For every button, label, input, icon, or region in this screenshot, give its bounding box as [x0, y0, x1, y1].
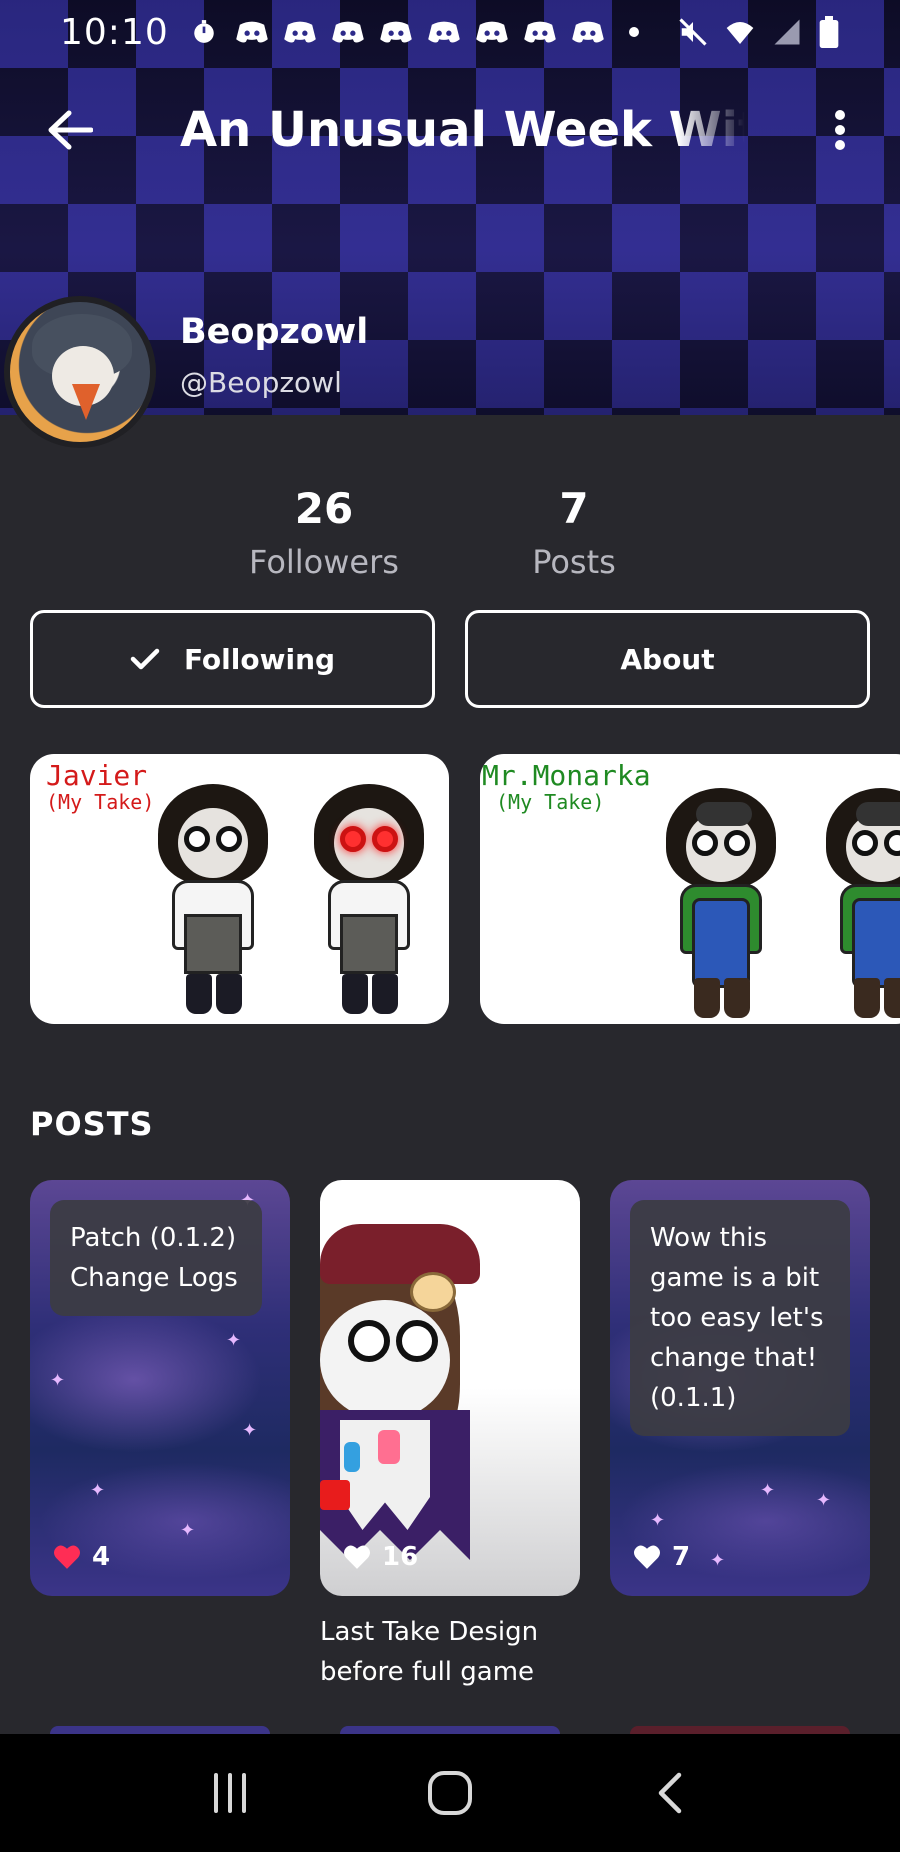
- home-icon: [428, 1771, 472, 1815]
- sparkle-decoration: ✦: [90, 1480, 106, 1501]
- more-notifications-dot: [628, 27, 639, 37]
- sparkle-decoration: ✦: [710, 1550, 726, 1571]
- discord-icon: [475, 21, 508, 43]
- post-title: Patch (0.1.2) Change Logs: [50, 1200, 262, 1316]
- next-row-post-peek: [50, 1726, 270, 1734]
- recent-apps-icon: [214, 1773, 246, 1813]
- discord-icon: [283, 21, 316, 43]
- mute-icon: [679, 18, 707, 46]
- page-title: An Unusual Week With J: [180, 102, 745, 158]
- heart-filled-icon: [54, 1545, 80, 1569]
- sparkle-decoration: ✦: [226, 1330, 242, 1351]
- more-vertical-icon: [835, 110, 845, 150]
- sparkle-decoration: ✦: [816, 1490, 832, 1511]
- post-caption[interactable]: Last Take Design before full game: [320, 1612, 580, 1692]
- status-bar: 10:10: [0, 0, 900, 64]
- post-likes[interactable]: 16: [342, 1542, 418, 1572]
- back-nav-button[interactable]: [630, 1753, 710, 1833]
- sparkle-decoration: ✦: [242, 1420, 258, 1441]
- featured-title: Mr.Monarka: [482, 759, 651, 792]
- home-button[interactable]: [410, 1753, 490, 1833]
- battery-icon: [819, 16, 839, 48]
- followers-stat[interactable]: 26 Followers: [224, 484, 424, 586]
- sparkle-decoration: ✦: [650, 1510, 666, 1531]
- discord-icon: [427, 21, 460, 43]
- post-likes[interactable]: 7: [632, 1542, 690, 1572]
- post-card[interactable]: ✦ ✦ ✦ ✦ Wow this game is a bit too easy …: [610, 1180, 870, 1596]
- about-label: About: [620, 642, 715, 676]
- featured-subtitle: (My Take): [46, 790, 155, 814]
- avatar[interactable]: [4, 296, 156, 448]
- profile-name: Beopzowl: [180, 312, 369, 352]
- status-time: 10:10: [60, 11, 169, 53]
- likes-count: 4: [92, 1542, 111, 1572]
- posts-stat[interactable]: 7 Posts: [494, 484, 654, 586]
- sparkle-decoration: ✦: [760, 1480, 776, 1501]
- discord-icon: [235, 21, 268, 43]
- featured-card[interactable]: Mr.Monarka (My Take): [480, 754, 900, 1024]
- post-card[interactable]: 16: [320, 1180, 580, 1596]
- post-title: Wow this game is a bit too easy let's ch…: [630, 1200, 850, 1436]
- featured-title: Javier: [46, 759, 148, 792]
- following-button[interactable]: Following: [30, 610, 435, 708]
- recent-apps-button[interactable]: [190, 1753, 270, 1833]
- sparkle-decoration: ✦: [180, 1520, 196, 1541]
- featured-card[interactable]: Javier (My Take): [30, 754, 449, 1024]
- discord-icon: [571, 21, 604, 43]
- discord-icon: [331, 21, 364, 43]
- checkmark-icon: [130, 648, 160, 670]
- notification-icons: [187, 19, 639, 45]
- next-row-post-peek: [340, 1726, 560, 1734]
- wifi-icon: [726, 22, 754, 44]
- likes-count: 16: [382, 1542, 419, 1572]
- heart-icon: [344, 1545, 370, 1569]
- featured-subtitle: (My Take): [496, 790, 605, 814]
- more-options-button[interactable]: [820, 102, 860, 158]
- about-button[interactable]: About: [465, 610, 870, 708]
- post-character-drawing: [320, 1180, 580, 1596]
- system-navigation-bar: [0, 1734, 900, 1852]
- arrow-left-icon: [48, 110, 93, 150]
- likes-count: 7: [672, 1542, 691, 1572]
- followers-count: 26: [294, 484, 354, 533]
- signal-icon: [774, 19, 800, 45]
- top-app-bar: An Unusual Week With J: [0, 90, 900, 170]
- system-status-icons: [678, 16, 840, 48]
- post-card[interactable]: ✦ ✦ ✦ ✦ ✦ ✦ Patch (0.1.2) Change Logs 4: [30, 1180, 290, 1596]
- post-likes[interactable]: 4: [52, 1542, 110, 1572]
- discord-icon: [379, 21, 412, 43]
- discord-icon: [523, 21, 556, 43]
- following-label: Following: [183, 642, 336, 676]
- posts-heading: POSTS: [30, 1105, 154, 1143]
- posts-count: 7: [559, 484, 589, 533]
- heart-icon: [634, 1545, 660, 1569]
- back-icon: [658, 1772, 682, 1814]
- timer-icon: [194, 20, 214, 43]
- followers-label: Followers: [249, 543, 399, 581]
- back-button[interactable]: [42, 106, 98, 154]
- posts-label: Posts: [532, 543, 616, 581]
- sparkle-decoration: ✦: [50, 1370, 66, 1391]
- next-row-post-peek: [630, 1726, 850, 1734]
- profile-handle: @Beopzowl: [180, 366, 342, 399]
